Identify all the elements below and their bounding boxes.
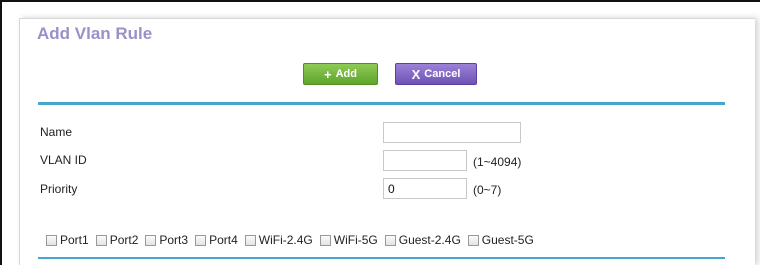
checkbox-icon[interactable] bbox=[319, 234, 331, 246]
checkbox-icon[interactable] bbox=[95, 234, 107, 246]
port-checkbox-wifi-5g[interactable]: WiFi-5G bbox=[319, 233, 378, 247]
port-checkbox-guest-2-4g[interactable]: Guest-2.4G bbox=[384, 233, 461, 247]
checkbox-icon[interactable] bbox=[244, 234, 256, 246]
vlan-id-hint: (1~4094) bbox=[473, 155, 522, 169]
checkbox-icon[interactable] bbox=[467, 234, 479, 246]
port-checkbox-guest-5g[interactable]: Guest-5G bbox=[467, 233, 534, 247]
port-checkbox-port1[interactable]: Port1 bbox=[46, 233, 89, 247]
name-field[interactable] bbox=[383, 122, 521, 143]
name-label: Name bbox=[40, 125, 73, 139]
port-checkbox-port2[interactable]: Port2 bbox=[95, 233, 139, 247]
port-label: WiFi-5G bbox=[333, 233, 378, 247]
priority-label: Priority bbox=[40, 182, 78, 196]
cancel-button[interactable]: X Cancel bbox=[395, 63, 477, 85]
port-checkbox-group: Port1 Port2 Port3 Port4 WiFi-2.4G WiFi-5… bbox=[46, 233, 541, 247]
port-checkbox-port3[interactable]: Port3 bbox=[145, 233, 188, 247]
add-button[interactable]: + Add bbox=[303, 63, 378, 85]
page-title: Add Vlan Rule bbox=[37, 24, 153, 43]
priority-field[interactable] bbox=[383, 178, 467, 199]
checkbox-icon[interactable] bbox=[384, 234, 396, 246]
checkbox-icon[interactable] bbox=[46, 234, 57, 246]
checkbox-icon[interactable] bbox=[195, 234, 207, 246]
port-label: Guest-5G bbox=[481, 233, 534, 247]
cancel-button-label: Cancel bbox=[424, 68, 461, 80]
port-label: Port3 bbox=[159, 233, 189, 247]
divider-top bbox=[38, 102, 725, 105]
port-checkbox-port4[interactable]: Port4 bbox=[195, 233, 238, 247]
close-icon: X bbox=[411, 66, 421, 82]
port-checkbox-wifi-2-4g[interactable]: WiFi-2.4G bbox=[244, 233, 313, 247]
checkbox-icon[interactable] bbox=[145, 234, 157, 246]
priority-hint: (0~7) bbox=[473, 183, 502, 197]
port-label: Port2 bbox=[109, 233, 139, 247]
port-label: Port1 bbox=[60, 233, 89, 247]
port-label: Port4 bbox=[209, 233, 238, 247]
divider-bottom bbox=[38, 257, 725, 259]
vlan-id-label: VLAN ID bbox=[40, 153, 87, 167]
port-label: WiFi-2.4G bbox=[258, 233, 313, 247]
plus-icon: + bbox=[324, 66, 332, 82]
vlan-id-field[interactable] bbox=[383, 150, 467, 171]
add-button-label: Add bbox=[335, 68, 357, 80]
port-label: Guest-2.4G bbox=[398, 233, 461, 247]
